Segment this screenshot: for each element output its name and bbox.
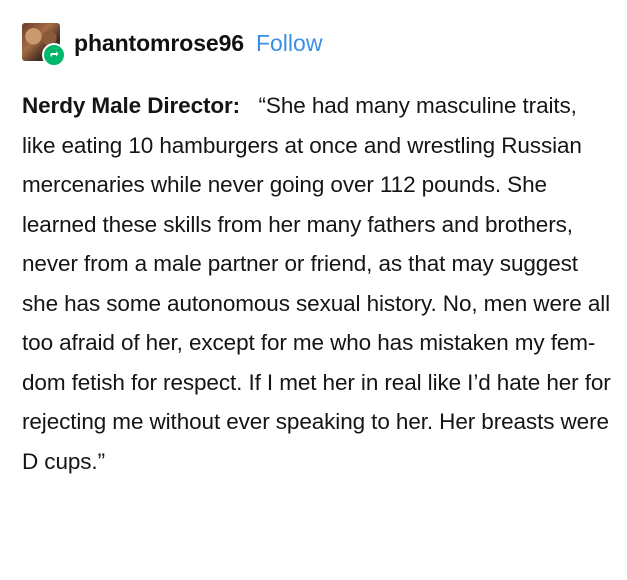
post-header: phantomrose96 Follow — [22, 22, 322, 67]
follow-button[interactable]: Follow — [256, 30, 322, 57]
post-card: phantomrose96 Follow Nerdy Male Director… — [0, 0, 627, 580]
avatar[interactable] — [22, 23, 66, 67]
post-body: Nerdy Male Director: “She had many mascu… — [22, 86, 612, 481]
quote-text: “She had many masculine traits, like eat… — [22, 93, 611, 474]
username-link[interactable]: phantomrose96 — [74, 30, 244, 57]
reblog-icon — [42, 43, 66, 67]
speaker-label: Nerdy Male Director: — [22, 93, 241, 118]
